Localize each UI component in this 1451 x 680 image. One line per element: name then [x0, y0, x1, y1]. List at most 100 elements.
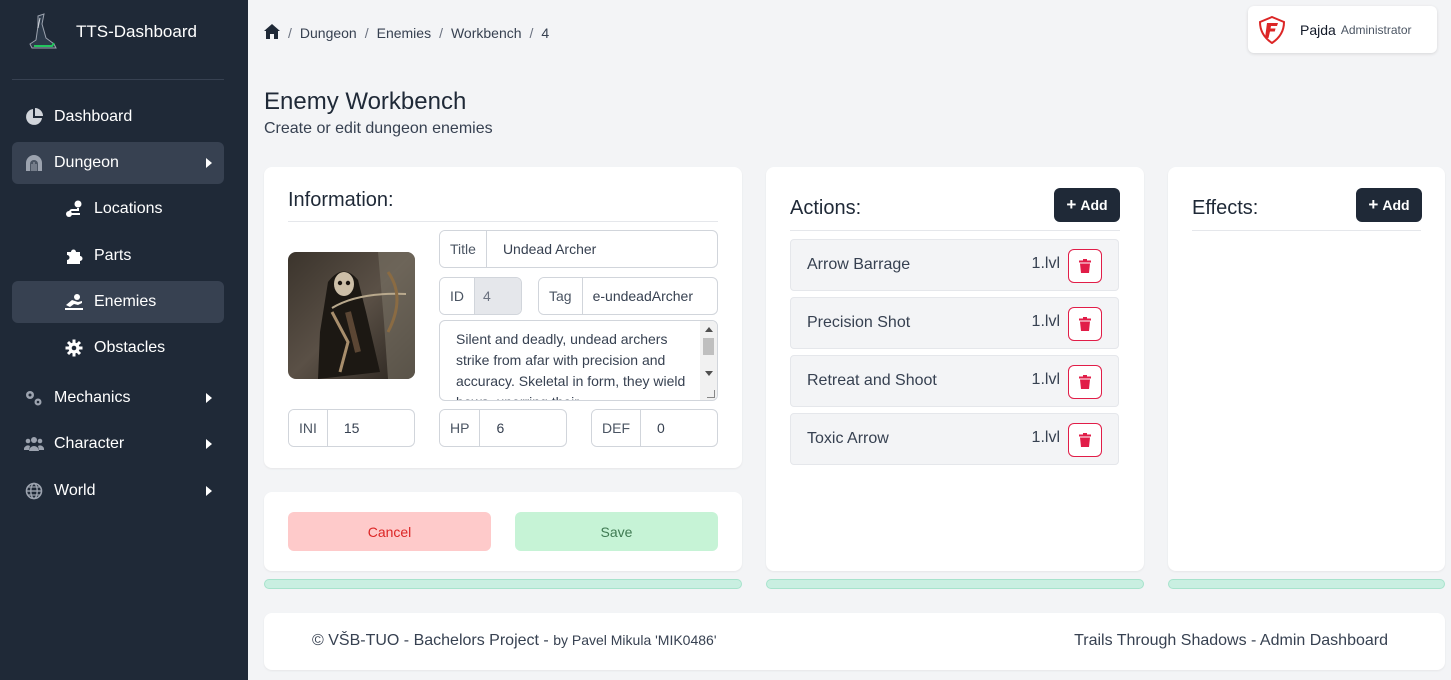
action-level: 1.lvl	[1031, 313, 1060, 330]
footer-app-name: Trails Through Shadows - Admin Dashboard	[1074, 632, 1388, 649]
sidebar-item-label: Dungeon	[54, 154, 119, 171]
footer-copyright: © VŠB-TUO - Bachelors Project - by Pavel…	[312, 632, 717, 650]
actions-heading: Actions:	[790, 197, 862, 219]
sidebar-item-dashboard[interactable]: Dashboard	[12, 96, 224, 138]
add-effect-label: Add	[1382, 197, 1410, 213]
sidebar-item-locations[interactable]: Locations	[12, 188, 224, 230]
action-name: Toxic Arrow	[807, 430, 889, 447]
effects-divider	[1192, 230, 1421, 231]
page-subtitle: Create or edit dungeon enemies	[264, 120, 493, 137]
caret-right-icon	[206, 158, 212, 168]
sidebar-item-label: Enemies	[94, 293, 157, 310]
cancel-button[interactable]: Cancel	[288, 512, 491, 551]
breadcrumb-separator: /	[288, 25, 292, 41]
trash-icon	[1079, 259, 1091, 273]
ini-input[interactable]	[327, 410, 414, 446]
breadcrumb-separator: /	[364, 25, 369, 41]
sidebar-item-dungeon[interactable]: Dungeon	[12, 142, 224, 184]
enemy-icon	[64, 292, 84, 312]
sidebar-item-label: Obstacles	[94, 339, 166, 356]
scroll-down-arrow-icon[interactable]	[705, 371, 713, 376]
user-name: Pajda	[1300, 21, 1336, 38]
hp-input[interactable]	[480, 410, 566, 446]
sidebar-item-label: Locations	[94, 200, 163, 217]
save-button[interactable]: Save	[515, 512, 718, 551]
action-level: 1.lvl	[1031, 371, 1060, 388]
def-field-label: DEF	[592, 410, 641, 446]
sidebar-item-character[interactable]: Character	[12, 423, 224, 465]
title-input[interactable]	[486, 231, 717, 267]
sidebar-item-parts[interactable]: Parts	[12, 235, 224, 277]
pie-chart-icon	[24, 107, 44, 127]
information-heading: Information:	[288, 189, 394, 211]
sidebar-divider	[12, 79, 224, 80]
action-row[interactable]: Precision Shot 1.lvl	[790, 297, 1119, 349]
breadcrumb: / Dungeon / Enemies / Workbench / 4	[264, 24, 549, 42]
tag-input[interactable]	[582, 278, 717, 314]
action-row[interactable]: Arrow Barrage 1.lvl	[790, 239, 1119, 291]
puzzle-piece-icon	[64, 246, 84, 266]
sidebar-item-mechanics[interactable]: Mechanics	[12, 377, 224, 419]
route-icon	[64, 199, 84, 219]
home-icon[interactable]	[264, 24, 280, 42]
sidebar-item-label: Character	[54, 435, 125, 452]
actions-divider	[790, 230, 1120, 231]
action-level: 1.lvl	[1031, 429, 1060, 446]
description-textarea[interactable]: Silent and deadly, undead archers strike…	[439, 320, 718, 401]
title-field-label: Title	[440, 231, 487, 267]
brand[interactable]: TTS-Dashboard	[26, 12, 197, 52]
def-field: DEF	[591, 409, 718, 447]
action-level: 1.lvl	[1031, 255, 1060, 272]
sidebar-item-obstacles[interactable]: Obstacles	[12, 327, 224, 369]
footer: © VŠB-TUO - Bachelors Project - by Pavel…	[264, 613, 1445, 670]
enemy-portrait-image[interactable]	[288, 252, 415, 379]
effects-heading: Effects:	[1192, 197, 1259, 219]
scroll-up-arrow-icon[interactable]	[705, 327, 713, 332]
delete-action-button[interactable]	[1068, 423, 1102, 457]
description-scrollbar[interactable]	[700, 321, 717, 400]
gear-icon	[64, 338, 84, 358]
page-title: Enemy Workbench	[264, 88, 467, 115]
breadcrumb-item-enemies[interactable]: Enemies	[377, 25, 431, 41]
caret-right-icon	[206, 486, 212, 496]
effects-card	[1168, 167, 1445, 571]
action-name: Retreat and Shoot	[807, 372, 937, 389]
action-row[interactable]: Toxic Arrow 1.lvl	[790, 413, 1119, 465]
action-name: Precision Shot	[807, 314, 911, 331]
actions-card-strip	[766, 579, 1144, 589]
app-title: TTS-Dashboard	[76, 22, 197, 41]
action-row[interactable]: Retreat and Shoot 1.lvl	[790, 355, 1119, 407]
boot-logo-icon	[29, 13, 57, 49]
title-field: Title	[439, 230, 718, 268]
breadcrumb-item-dungeon[interactable]: Dungeon	[300, 25, 357, 41]
def-input[interactable]	[641, 410, 717, 446]
footer-project: © VŠB-TUO - Bachelors Project -	[312, 632, 554, 649]
scroll-thumb[interactable]	[703, 338, 714, 355]
add-action-button[interactable]: + Add	[1054, 188, 1120, 222]
breadcrumb-item-workbench[interactable]: Workbench	[451, 25, 522, 41]
sidebar-item-label: Dashboard	[54, 108, 133, 125]
delete-action-button[interactable]	[1068, 365, 1102, 399]
delete-action-button[interactable]	[1068, 307, 1102, 341]
trash-icon	[1079, 433, 1091, 447]
dungeon-gate-icon	[24, 153, 44, 173]
sidebar: TTS-Dashboard Dashboard Dungeon Location…	[0, 0, 248, 680]
delete-action-button[interactable]	[1068, 249, 1102, 283]
id-field: ID	[439, 277, 522, 315]
sidebar-item-enemies[interactable]: Enemies	[12, 281, 224, 323]
action-name: Arrow Barrage	[807, 256, 911, 273]
sidebar-item-world[interactable]: World	[12, 470, 224, 512]
tag-field-label: Tag	[539, 278, 583, 314]
ini-field: INI	[288, 409, 415, 447]
breadcrumb-separator: /	[529, 25, 534, 41]
caret-right-icon	[206, 393, 212, 403]
user-avatar-logo-icon	[1258, 15, 1286, 44]
resize-handle-icon[interactable]	[707, 390, 715, 398]
id-field-label: ID	[440, 278, 475, 314]
plus-icon: +	[1368, 195, 1379, 214]
sidebar-item-label: World	[54, 482, 96, 499]
user-menu[interactable]: Pajda Administrator	[1248, 6, 1437, 53]
add-effect-button[interactable]: + Add	[1356, 188, 1422, 222]
breadcrumb-item-current: 4	[541, 25, 550, 41]
footer-author: by Pavel Mikula 'MIK0486'	[553, 632, 717, 648]
